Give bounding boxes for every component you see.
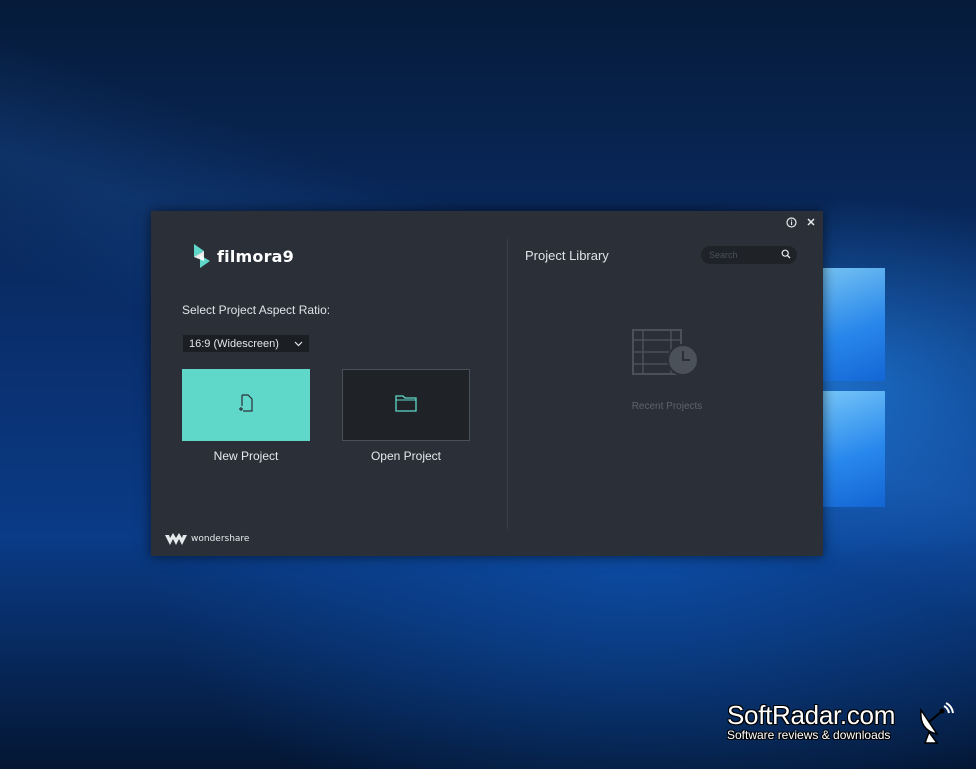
search-icon[interactable] [781,246,791,264]
film-clock-icon [631,328,699,385]
wondershare-logo-icon [165,533,187,545]
open-project-label[interactable]: Open Project [342,449,470,463]
softradar-watermark: SoftRadar.com Software reviews & downloa… [727,702,895,741]
folder-icon [394,393,418,418]
windows-logo-pane-top [823,268,885,381]
watermark-sub-text: Software reviews & downloads [727,728,891,742]
satellite-dish-icon [915,700,955,748]
project-library-title: Project Library [525,248,609,263]
library-search [701,246,797,264]
filmora-logo-icon [194,244,210,268]
search-input[interactable] [709,250,781,260]
filmora-logo: filmora9 [191,244,294,268]
panel-divider [507,239,508,529]
new-project-label[interactable]: New Project [182,449,310,463]
logo-text: filmora9 [217,246,295,266]
chevron-down-icon [294,338,303,350]
aspect-ratio-label: Select Project Aspect Ratio: [182,303,331,317]
new-project-button[interactable] [182,369,310,441]
aspect-ratio-value: 16:9 (Widescreen) [189,337,279,350]
brand-text: wondershare [191,534,250,544]
aspect-ratio-dropdown[interactable]: 16:9 (Widescreen) [183,335,309,352]
wondershare-brand: wondershare [165,533,249,545]
filmora-launcher-window: filmora9 Select Project Aspect Ratio: 16… [151,211,823,556]
windows-logo-pane-bottom [823,391,885,507]
close-icon[interactable] [805,216,817,228]
window-controls [785,216,817,228]
info-icon[interactable] [785,216,797,228]
watermark-main-text: SoftRadar.com [727,700,896,730]
open-project-button[interactable] [342,369,470,441]
new-file-icon [235,392,257,419]
recent-projects-label: Recent Projects [631,401,703,412]
